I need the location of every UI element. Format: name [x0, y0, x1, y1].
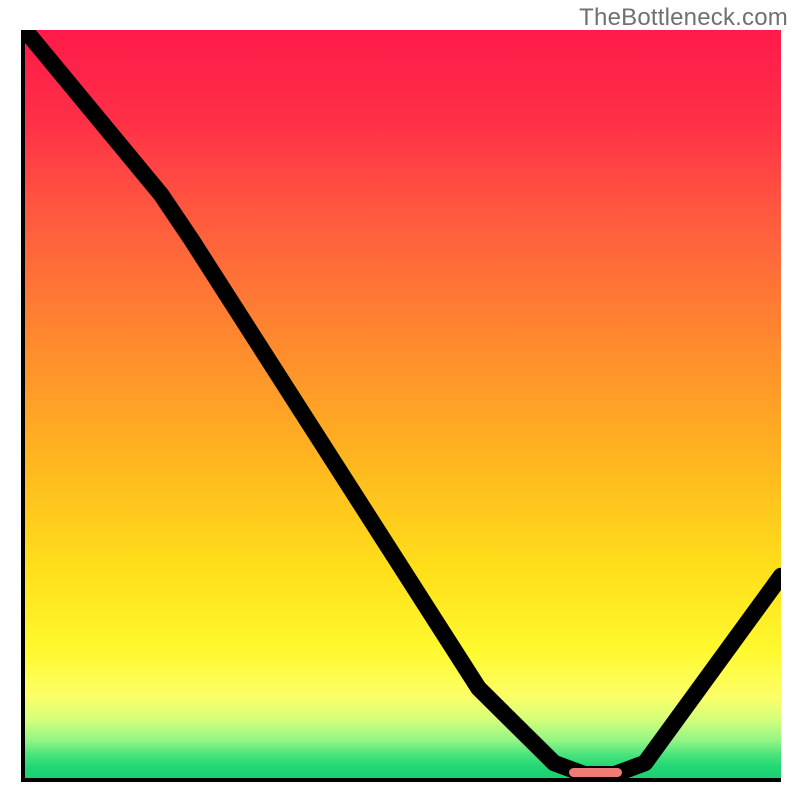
optimal-range-marker — [569, 768, 622, 777]
plot-area — [21, 30, 781, 782]
bottleneck-chart: TheBottleneck.com — [0, 0, 800, 800]
watermark-text: TheBottleneck.com — [579, 4, 788, 32]
bottleneck-curve — [25, 30, 781, 778]
bottleneck-curve-path — [25, 30, 781, 774]
